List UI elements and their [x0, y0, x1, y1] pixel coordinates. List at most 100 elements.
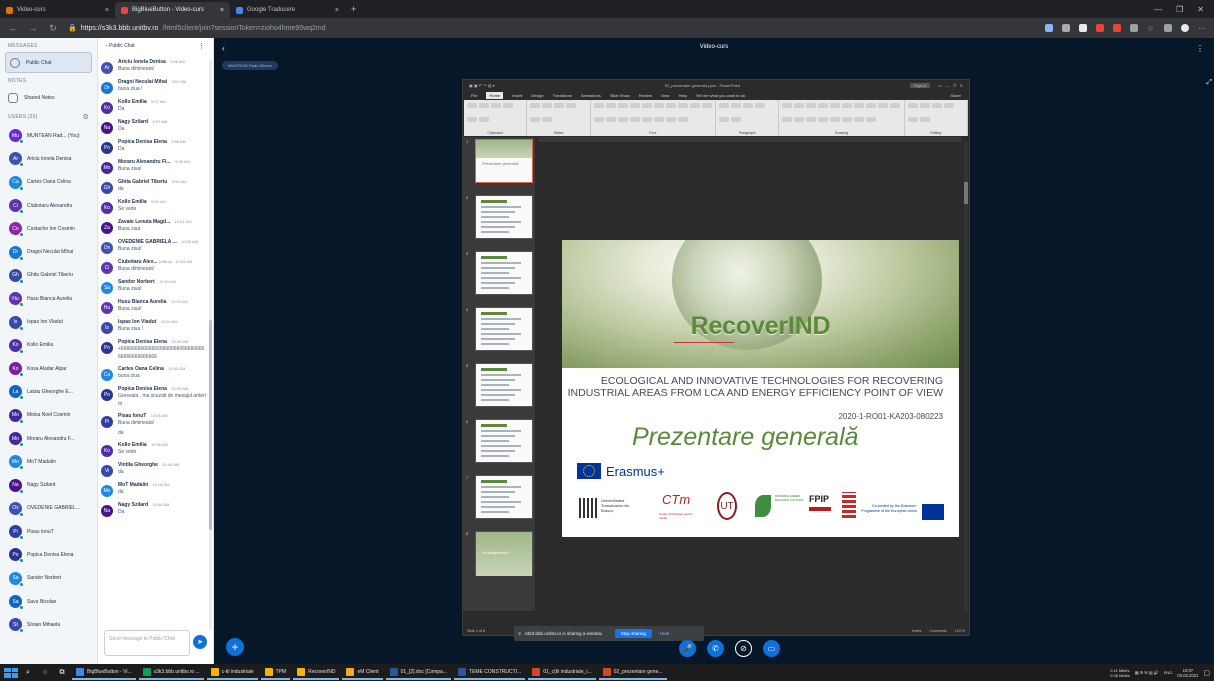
extension-icon[interactable] — [1062, 24, 1070, 32]
user-list-item[interactable]: Ca Cartes Oana Celina — [0, 171, 97, 194]
avatar: Ko — [101, 202, 113, 214]
tray-icons[interactable]: ▦ ⚙ ✉ ▤ 🔊 — [1135, 670, 1159, 675]
more-icon[interactable]: ⋯ — [1198, 24, 1206, 33]
user-list-item[interactable]: St Stoian Mihaela — [0, 613, 97, 636]
taskbar-app[interactable]: c-tii industriale — [206, 665, 258, 680]
rgbc-label: ROMANIA GREEN BUILDING COUNCIL — [775, 494, 804, 502]
close-icon[interactable]: × — [220, 7, 224, 14]
partner-logos: Universitatea Transilvania din Brașov CT… — [577, 490, 952, 530]
webcam-button[interactable]: ⊘ — [735, 640, 752, 657]
task-view-icon[interactable]: ⧉ — [55, 669, 69, 677]
screenshare-button[interactable]: ▭ — [763, 640, 780, 657]
tab-google-traducere[interactable]: Google Traducere × — [230, 2, 345, 18]
extension-icon[interactable] — [1130, 24, 1138, 32]
message-time: 10:06 AM — [162, 462, 180, 467]
shared-notes-item[interactable]: Shared Notes — [0, 87, 97, 108]
stop-sharing-button[interactable]: Stop sharing — [614, 629, 652, 638]
microphone-button[interactable]: 🎤 — [679, 640, 696, 657]
user-list-item[interactable]: La Latsiu Gheorghe E... — [0, 380, 97, 403]
forward-icon[interactable]: → — [28, 23, 38, 33]
hide-button[interactable]: Hide — [656, 631, 673, 636]
extension-icon[interactable] — [1096, 24, 1104, 32]
user-list-item[interactable]: Mu MUNTEAN Rad... (You) — [0, 124, 97, 147]
user-list-item[interactable]: Hu Husu Bianca Aurelia — [0, 287, 97, 310]
close-icon[interactable]: × — [335, 7, 339, 14]
chat-message: Sa Sandor Norbert 10:03 AM Buna ziua! — [98, 278, 210, 298]
user-list-item[interactable]: Pi Pisau IonuT — [0, 520, 97, 543]
taskbar-app[interactable]: BigBlueButton - Vi... — [72, 665, 136, 680]
leave-audio-button[interactable]: ✆ — [707, 640, 724, 657]
back-icon[interactable]: ← — [8, 23, 18, 33]
user-list-item[interactable]: Mo MoT Madalin — [0, 450, 97, 473]
chat-message-input[interactable]: Send message to Public Chat — [104, 630, 190, 656]
extension-icon[interactable] — [1045, 24, 1053, 32]
user-list-item[interactable]: Is Ispas Ion Vladut — [0, 310, 97, 333]
scrollbar-thumb[interactable] — [209, 320, 212, 530]
user-list-item[interactable]: Ko Kosa Aladar Alpar — [0, 357, 97, 380]
taskbar-app[interactable]: 01_c(tii industriale_i... — [528, 665, 596, 680]
avatar: Na — [101, 122, 113, 134]
presentation-area: ‹ Video-curs ⋮ MUNTEAN Radu Mircea ⤢ ▣ ▣… — [214, 38, 1214, 664]
public-chat-label: Public Chat — [26, 59, 52, 66]
send-button[interactable]: ➤ — [193, 635, 207, 649]
taskbar-app[interactable]: s3k3.bbb.unitbv.ro ... — [138, 665, 204, 680]
user-list-item[interactable]: Sa Savu Nicolae — [0, 590, 97, 613]
cortana-icon[interactable]: ○ — [38, 669, 52, 676]
profile-avatar[interactable] — [1181, 24, 1189, 32]
collections-icon[interactable] — [1164, 24, 1172, 32]
new-tab-button[interactable]: + — [345, 4, 362, 14]
user-list-item[interactable]: Dr Dragoi Neculai Mihai — [0, 240, 97, 263]
user-name: Ariciu Ionela Denisa — [27, 155, 72, 162]
user-list-item[interactable]: Mo Moraru Alexandru F... — [0, 427, 97, 450]
actions-plus-button[interactable]: + — [226, 638, 244, 656]
options-menu-icon[interactable]: ⋮ — [1196, 44, 1204, 53]
message-text: Da — [118, 146, 125, 152]
taskbar-app[interactable]: TEME CONSTRUCTI... — [454, 665, 526, 680]
user-name: Sandor Norbert — [27, 575, 62, 582]
public-chat-item[interactable]: Public Chat — [5, 52, 92, 73]
message-text: buna ziua ! — [118, 86, 143, 92]
search-icon[interactable]: ⌕ — [21, 669, 35, 677]
close-icon[interactable]: × — [105, 7, 109, 14]
user-list-item[interactable]: Sa Sandor Norbert — [0, 567, 97, 590]
taskbar-apps: BigBlueButton - Vi... s3k3.bbb.unitbv.ro … — [72, 665, 667, 680]
windows-start-button[interactable] — [4, 667, 18, 678]
taskbar-app[interactable]: RecoverIND — [293, 665, 340, 680]
taskbar-app[interactable]: 02_prezentare gene... — [598, 665, 667, 680]
user-list-item[interactable]: Na Nagy Szilard — [0, 473, 97, 496]
chat-title[interactable]: Public Chat — [109, 43, 135, 49]
clock[interactable]: 10:07 03.03.2021 — [1177, 668, 1198, 678]
notifications-icon[interactable]: ▢ — [1203, 669, 1210, 677]
avatar: Gh — [9, 268, 24, 284]
taskbar-app[interactable]: eM Client — [342, 665, 383, 680]
reload-icon[interactable]: ↻ — [48, 23, 58, 34]
avatar: Vi — [101, 465, 113, 477]
star-icon[interactable]: ☆ — [1147, 24, 1155, 33]
user-list-item[interactable]: Ar Ariciu Ionela Denisa — [0, 147, 97, 170]
user-list-item[interactable]: Ci Ciubotaru Alexandru — [0, 194, 97, 217]
user-list-item[interactable]: Ko Kollo Emilia — [0, 334, 97, 357]
restore-icon[interactable]: ❐ — [1176, 5, 1183, 14]
user-list-item[interactable]: Po Popica Denisa Elena — [0, 543, 97, 566]
user-list-item[interactable]: Ov OVEDENIE GABRIEL... — [0, 497, 97, 520]
user-list-item[interactable]: Gh Ghita Gabriel Tiberiu — [0, 264, 97, 287]
gear-icon[interactable]: ⚙ — [83, 113, 89, 121]
chat-menu-icon[interactable]: ⋮ — [198, 42, 205, 50]
taskbar-app[interactable]: 01_[2].doc [Compa... — [385, 665, 452, 680]
user-list-item[interactable]: Co Costache Ion Cosmin — [0, 217, 97, 240]
minimize-icon[interactable]: — — [1154, 5, 1162, 14]
taskbar-app[interactable]: TPM — [260, 665, 291, 680]
user-list-item[interactable]: Mo Moisa Noel Cosmin — [0, 404, 97, 427]
tab-bigbluebutton[interactable]: BigBlueButton - Video-curs × — [115, 2, 230, 18]
audio-status-icon — [19, 325, 24, 331]
chat-scrollbar[interactable] — [209, 60, 212, 630]
close-window-icon[interactable]: ✕ — [1197, 5, 1204, 14]
message-text: Greseala , ma scuzati de mesajul anterio… — [118, 393, 206, 407]
fullscreen-icon[interactable]: ⤢ — [1206, 79, 1212, 87]
language-indicator[interactable]: ENG — [1164, 670, 1173, 675]
audio-status-icon — [19, 465, 24, 471]
url-field[interactable]: 🔒 https://s3k3.bbb.unitbv.ro/html5client… — [68, 21, 1035, 35]
extension-icon[interactable] — [1079, 24, 1087, 32]
extension-icon[interactable] — [1113, 24, 1121, 32]
tab-video-curs[interactable]: Video-curs × — [0, 2, 115, 18]
